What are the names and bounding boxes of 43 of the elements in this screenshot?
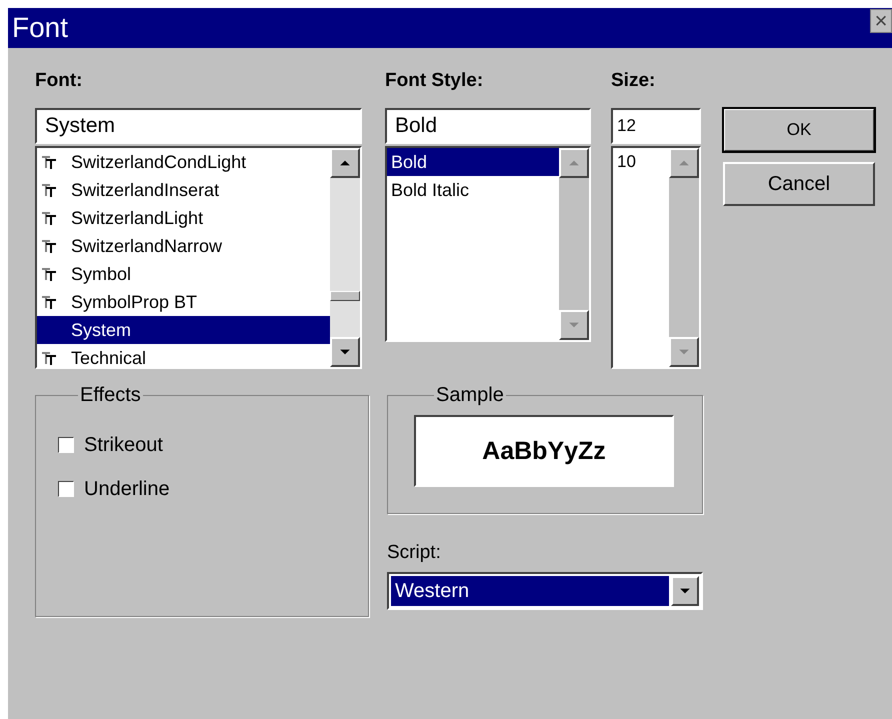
truetype-icon bbox=[41, 238, 57, 254]
scrollbar[interactable] bbox=[330, 148, 360, 367]
sample-text: AaBbYyZz bbox=[482, 436, 606, 466]
truetype-icon bbox=[41, 266, 57, 282]
down-arrow-icon[interactable] bbox=[339, 348, 351, 356]
font-style-list-item[interactable]: Bold bbox=[387, 148, 559, 176]
font-list[interactable]: SwitzerlandCondLight SwitzerlandInserat SwitzerlandLight SwitzerlandNarrow Symbol SymbolProp BT System Technical bbox=[35, 146, 362, 369]
checkbox-option[interactable]: Underline bbox=[58, 467, 368, 511]
font-list-item[interactable]: SwitzerlandNarrow bbox=[37, 232, 330, 260]
script-label: Script: bbox=[387, 542, 442, 564]
truetype-icon bbox=[41, 154, 57, 170]
truetype-icon bbox=[41, 294, 57, 310]
close-button[interactable]: × bbox=[870, 9, 892, 33]
truetype-icon bbox=[41, 350, 57, 366]
font-list-item[interactable]: SwitzerlandInserat bbox=[37, 176, 330, 204]
script-dropdown[interactable]: Western bbox=[387, 572, 703, 610]
font-list-item[interactable]: Symbol bbox=[37, 260, 330, 288]
size-list[interactable]: 10 bbox=[611, 146, 701, 369]
size-label: Size: bbox=[611, 70, 656, 93]
ok-button[interactable]: OK bbox=[723, 108, 875, 152]
truetype-icon bbox=[41, 182, 57, 198]
up-arrow-icon[interactable] bbox=[339, 159, 351, 167]
font-list-item[interactable]: SwitzerlandCondLight bbox=[37, 148, 330, 176]
dropdown-arrow-icon[interactable] bbox=[679, 587, 691, 595]
font-style-list[interactable]: Bold Bold Italic bbox=[385, 146, 591, 342]
group-title: Effects bbox=[79, 384, 142, 407]
font-field[interactable]: System bbox=[35, 108, 362, 144]
font-style-list-item[interactable]: Bold Italic bbox=[387, 176, 559, 204]
size-field[interactable]: 12 bbox=[611, 108, 701, 144]
cancel-button[interactable]: Cancel bbox=[723, 162, 875, 206]
font-list-item[interactable]: System bbox=[37, 316, 330, 344]
size-list-item[interactable]: 10 bbox=[613, 148, 669, 176]
group-title: Sample bbox=[435, 384, 505, 407]
window-title: Font bbox=[11, 12, 68, 44]
scroll-thumb[interactable] bbox=[330, 291, 360, 301]
font-list-item[interactable]: SwitzerlandLight bbox=[37, 204, 330, 232]
font-list-item[interactable]: SymbolProp BT bbox=[37, 288, 330, 316]
font-style-field[interactable]: Bold bbox=[385, 108, 591, 144]
checkbox-option[interactable]: Strikeout bbox=[58, 423, 368, 467]
font-list-item[interactable]: Technical bbox=[37, 344, 330, 367]
truetype-icon bbox=[41, 210, 57, 226]
font-label: Font: bbox=[35, 70, 84, 93]
font-style-label: Font Style: bbox=[385, 70, 484, 93]
